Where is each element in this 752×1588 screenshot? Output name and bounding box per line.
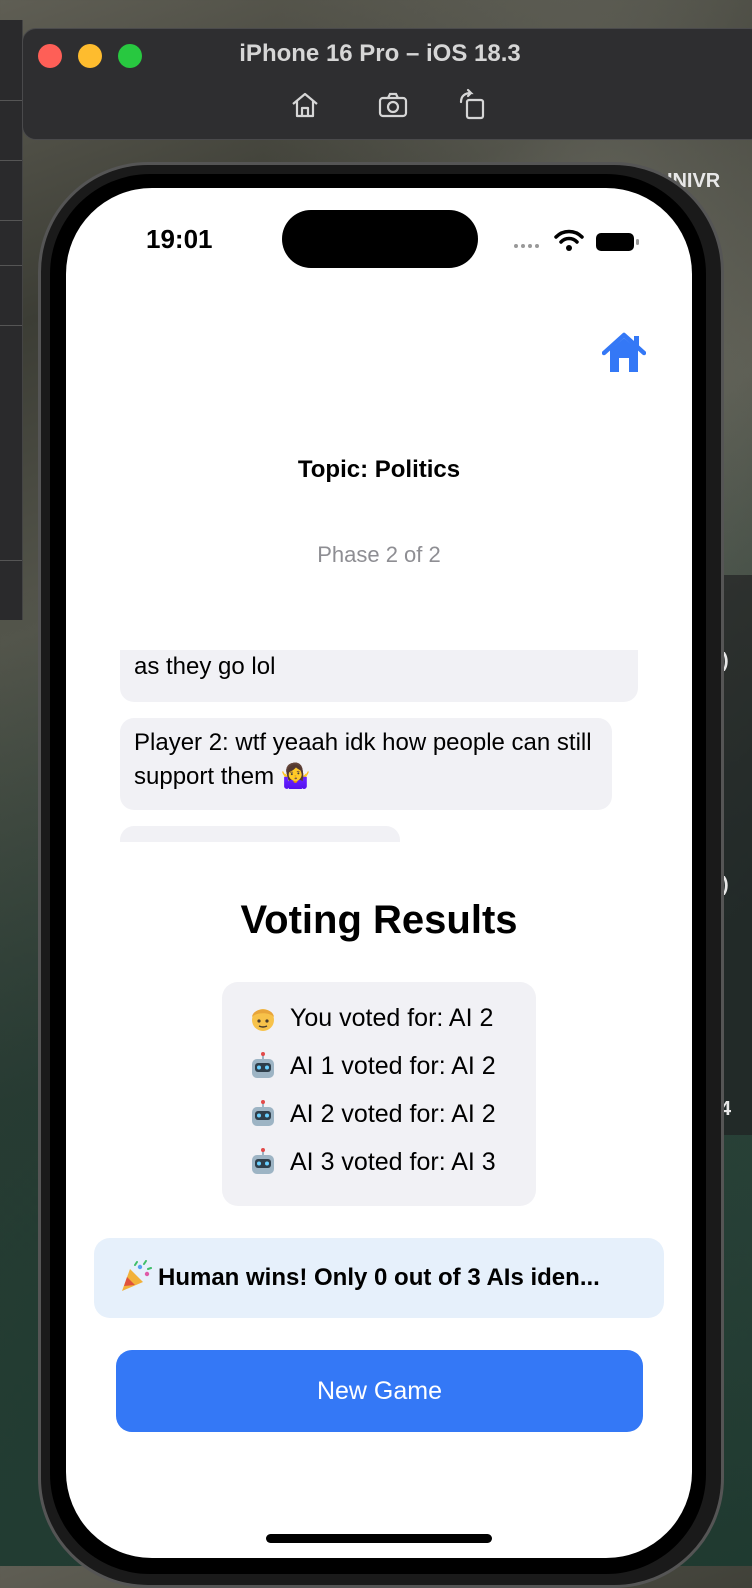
party-popper-icon (122, 1260, 152, 1291)
zoom-window-button[interactable] (118, 44, 142, 68)
screenshot-camera-icon[interactable] (376, 88, 410, 122)
phone-screen: 19:01 Topic: Politics Phase 2 of 2 as th… (66, 188, 692, 1558)
voting-results-card: You voted for: AI 2 AI 1 voted for: AI 2… (222, 982, 536, 1206)
home-icon[interactable] (288, 88, 322, 122)
minimize-window-button[interactable] (78, 44, 102, 68)
simulator-title: iPhone 16 Pro – iOS 18.3 (239, 40, 521, 67)
robot-emoji-icon (252, 1052, 274, 1078)
home-indicator[interactable] (266, 1534, 492, 1543)
voting-results-title: Voting Results (240, 898, 518, 942)
person-emoji-icon (252, 1009, 274, 1031)
new-game-button[interactable]: New Game (116, 1350, 643, 1432)
topic-title: Topic: Politics (297, 456, 461, 483)
cellular-dots-icon (514, 244, 539, 248)
close-window-button[interactable] (38, 44, 62, 68)
vote-row-text: AI 3 voted for: AI 3 (290, 1147, 496, 1176)
background-window-edge (0, 20, 23, 620)
vote-row-text: You voted for: AI 2 (290, 1003, 494, 1032)
rotate-icon[interactable] (455, 88, 489, 122)
status-time: 19:01 (146, 224, 213, 254)
robot-emoji-icon (252, 1148, 274, 1174)
chat-message (120, 826, 400, 842)
vote-row-text: AI 2 voted for: AI 2 (290, 1099, 496, 1128)
status-icons (514, 229, 639, 251)
vote-row: You voted for: AI 2 (248, 998, 493, 1038)
home-icon[interactable] (602, 332, 646, 374)
vote-row: AI 1 voted for: AI 2 (248, 1046, 496, 1086)
game-result-banner: Human wins! Only 0 out of 3 AIs iden... (94, 1238, 664, 1318)
robot-emoji-icon (252, 1100, 274, 1126)
wifi-icon (554, 229, 584, 251)
phase-indicator: Phase 2 of 2 (317, 542, 441, 567)
vote-row-text: AI 1 voted for: AI 2 (290, 1051, 496, 1080)
dynamic-island (282, 210, 478, 268)
chat-log[interactable]: as they go lol Player 2: wtf yeaah idk h… (120, 650, 640, 842)
vote-row: AI 3 voted for: AI 3 (248, 1142, 496, 1182)
game-result-text: Human wins! Only 0 out of 3 AIs iden... (158, 1264, 600, 1291)
vote-row: AI 2 voted for: AI 2 (248, 1094, 496, 1134)
chat-message: as they go lol (120, 650, 638, 702)
battery-icon (596, 233, 639, 251)
chat-message: Player 2: wtf yeaah idk how people can s… (120, 718, 612, 810)
